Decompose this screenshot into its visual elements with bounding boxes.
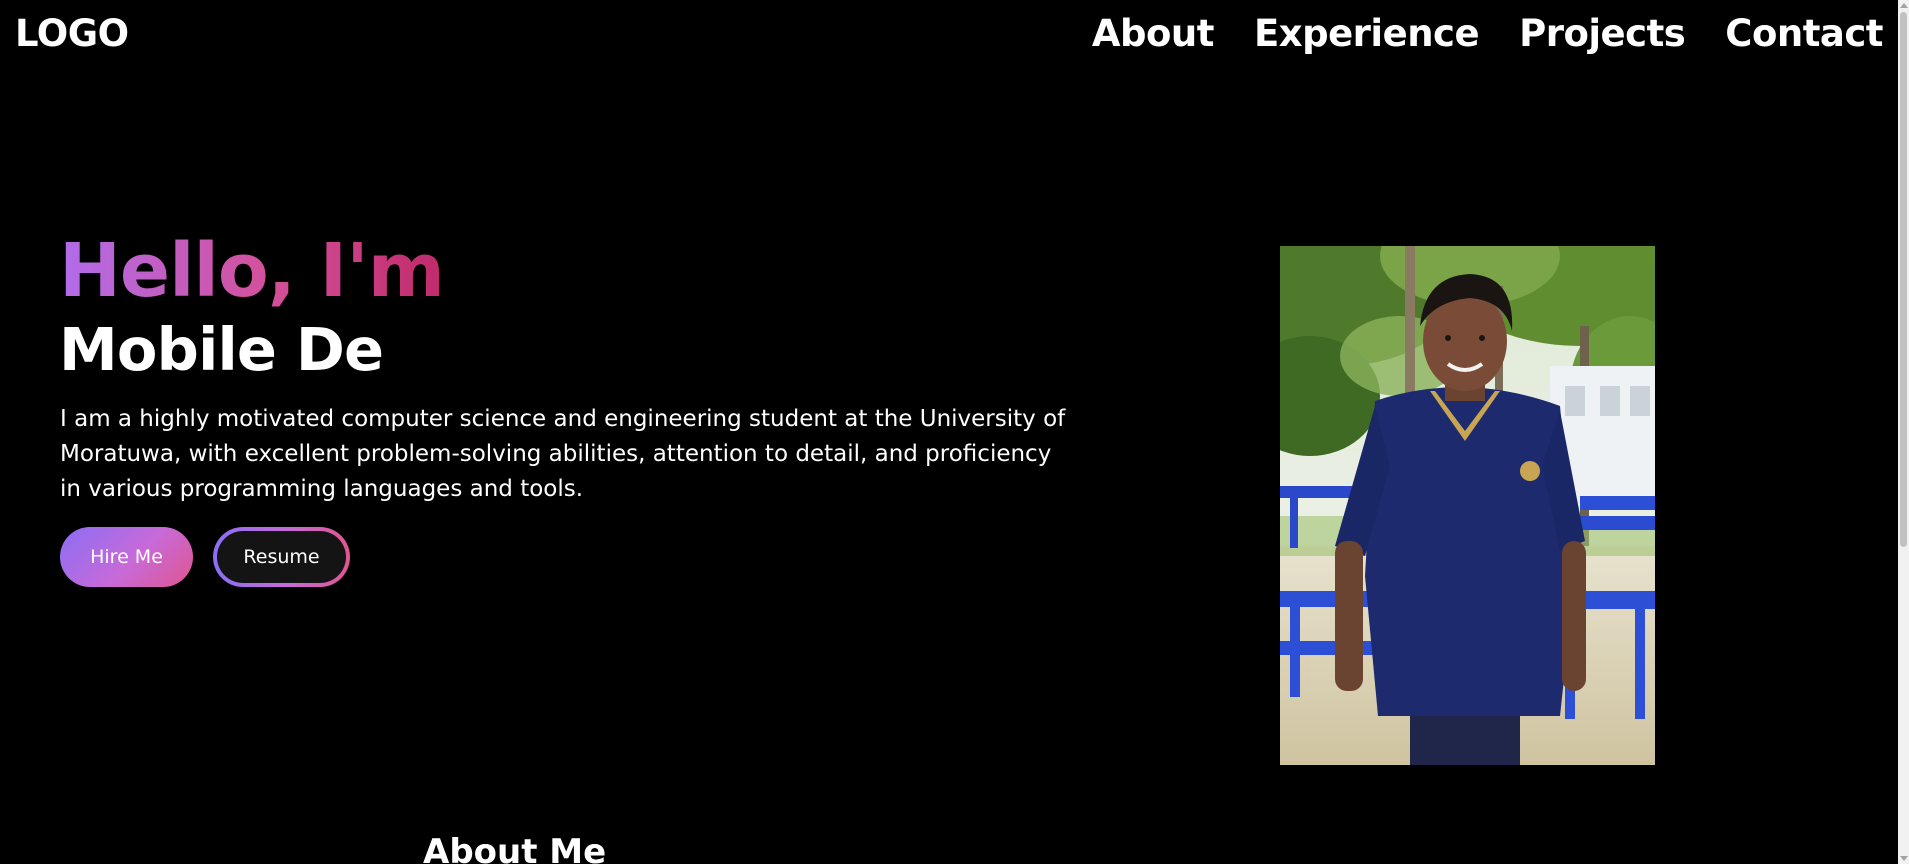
nav-experience-link[interactable]: Experience	[1254, 12, 1480, 55]
portfolio-page: LOGO About Experience Projects Contact H…	[0, 0, 1909, 864]
hero-greeting: Hello, I'm	[59, 225, 445, 317]
profile-photo	[1280, 246, 1655, 765]
main-nav: About Experience Projects Contact	[1092, 12, 1884, 55]
logo[interactable]: LOGO	[15, 12, 129, 55]
hero-description: I am a highly motivated computer science…	[60, 406, 1066, 502]
nav-projects-link[interactable]: Projects	[1519, 12, 1686, 55]
nav-contact-link[interactable]: Contact	[1725, 12, 1883, 55]
resume-button-border[interactable]: Resume	[213, 527, 350, 587]
scroll-up-arrow-icon[interactable]	[1900, 3, 1908, 8]
page-scrollbar[interactable]	[1898, 0, 1909, 864]
resume-button[interactable]: Resume	[217, 531, 346, 583]
nav-about-link[interactable]: About	[1092, 12, 1215, 55]
hire-me-button[interactable]: Hire Me	[60, 527, 193, 587]
hero-actions: Hire Me Resume	[60, 527, 350, 587]
hero-role-typing: Mobile De	[59, 315, 384, 384]
scroll-down-arrow-icon[interactable]	[1900, 856, 1908, 861]
scrollbar-thumb[interactable]	[1900, 12, 1907, 547]
profile-photo-illustration	[1280, 246, 1655, 765]
about-section-title: About Me	[423, 832, 607, 864]
